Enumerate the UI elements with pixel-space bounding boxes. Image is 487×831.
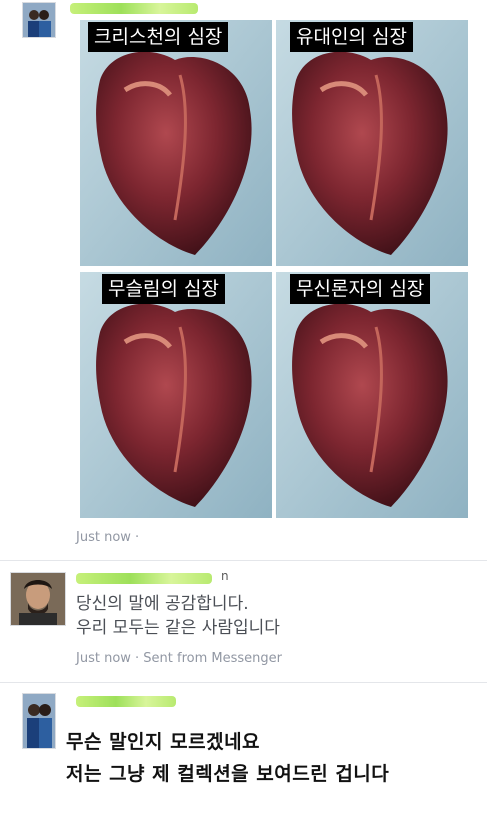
message-text-line: 저는 그냥 제 컬렉션을 보여드린 겁니다 — [66, 763, 390, 785]
message-post-2: n 당신의 말에 공감합니다. 우리 모두는 같은 사람입니다 Just now… — [0, 561, 487, 682]
censored-username — [76, 696, 176, 707]
meme-caption: 무슬림의 심장 — [102, 274, 225, 304]
heart-picture — [276, 20, 468, 266]
message-post-3: 무슨 말인지 모르겠네요 저는 그냥 제 컬렉션을 보여드린 겁니다 — [0, 683, 487, 831]
message-post-1: 크리스천의 심장 유대인의 심장 무슬림의 심장 무신론자의 심장 Just n… — [0, 0, 487, 560]
timestamp: Just now · Sent from Messenger — [76, 651, 282, 666]
heart-meme-image[interactable]: 크리스천의 심장 유대인의 심장 무슬림의 심장 무신론자의 심장 — [80, 20, 468, 518]
heart-picture — [80, 272, 272, 518]
avatar[interactable] — [22, 693, 56, 749]
meme-caption: 유대인의 심장 — [290, 22, 413, 52]
censored-username — [70, 3, 198, 14]
heart-picture — [276, 272, 468, 518]
meme-caption: 크리스천의 심장 — [88, 22, 229, 52]
meme-caption: 무신론자의 심장 — [290, 274, 431, 304]
censored-username — [76, 573, 212, 584]
meme-tile: 무신론자의 심장 — [276, 272, 468, 518]
meme-tile: 유대인의 심장 — [276, 20, 468, 266]
meme-tile: 크리스천의 심장 — [80, 20, 272, 266]
heart-picture — [80, 20, 272, 266]
message-text-line: 우리 모두는 같은 사람입니다 — [76, 618, 280, 638]
meme-tile: 무슬림의 심장 — [80, 272, 272, 518]
timestamp: Just now · — [76, 530, 140, 545]
avatar[interactable] — [22, 2, 56, 38]
avatar[interactable] — [10, 572, 66, 626]
message-text-line: 무슨 말인지 모르겠네요 — [66, 731, 261, 753]
username-tail: n — [221, 569, 229, 583]
message-text-line: 당신의 말에 공감합니다. — [76, 594, 249, 614]
